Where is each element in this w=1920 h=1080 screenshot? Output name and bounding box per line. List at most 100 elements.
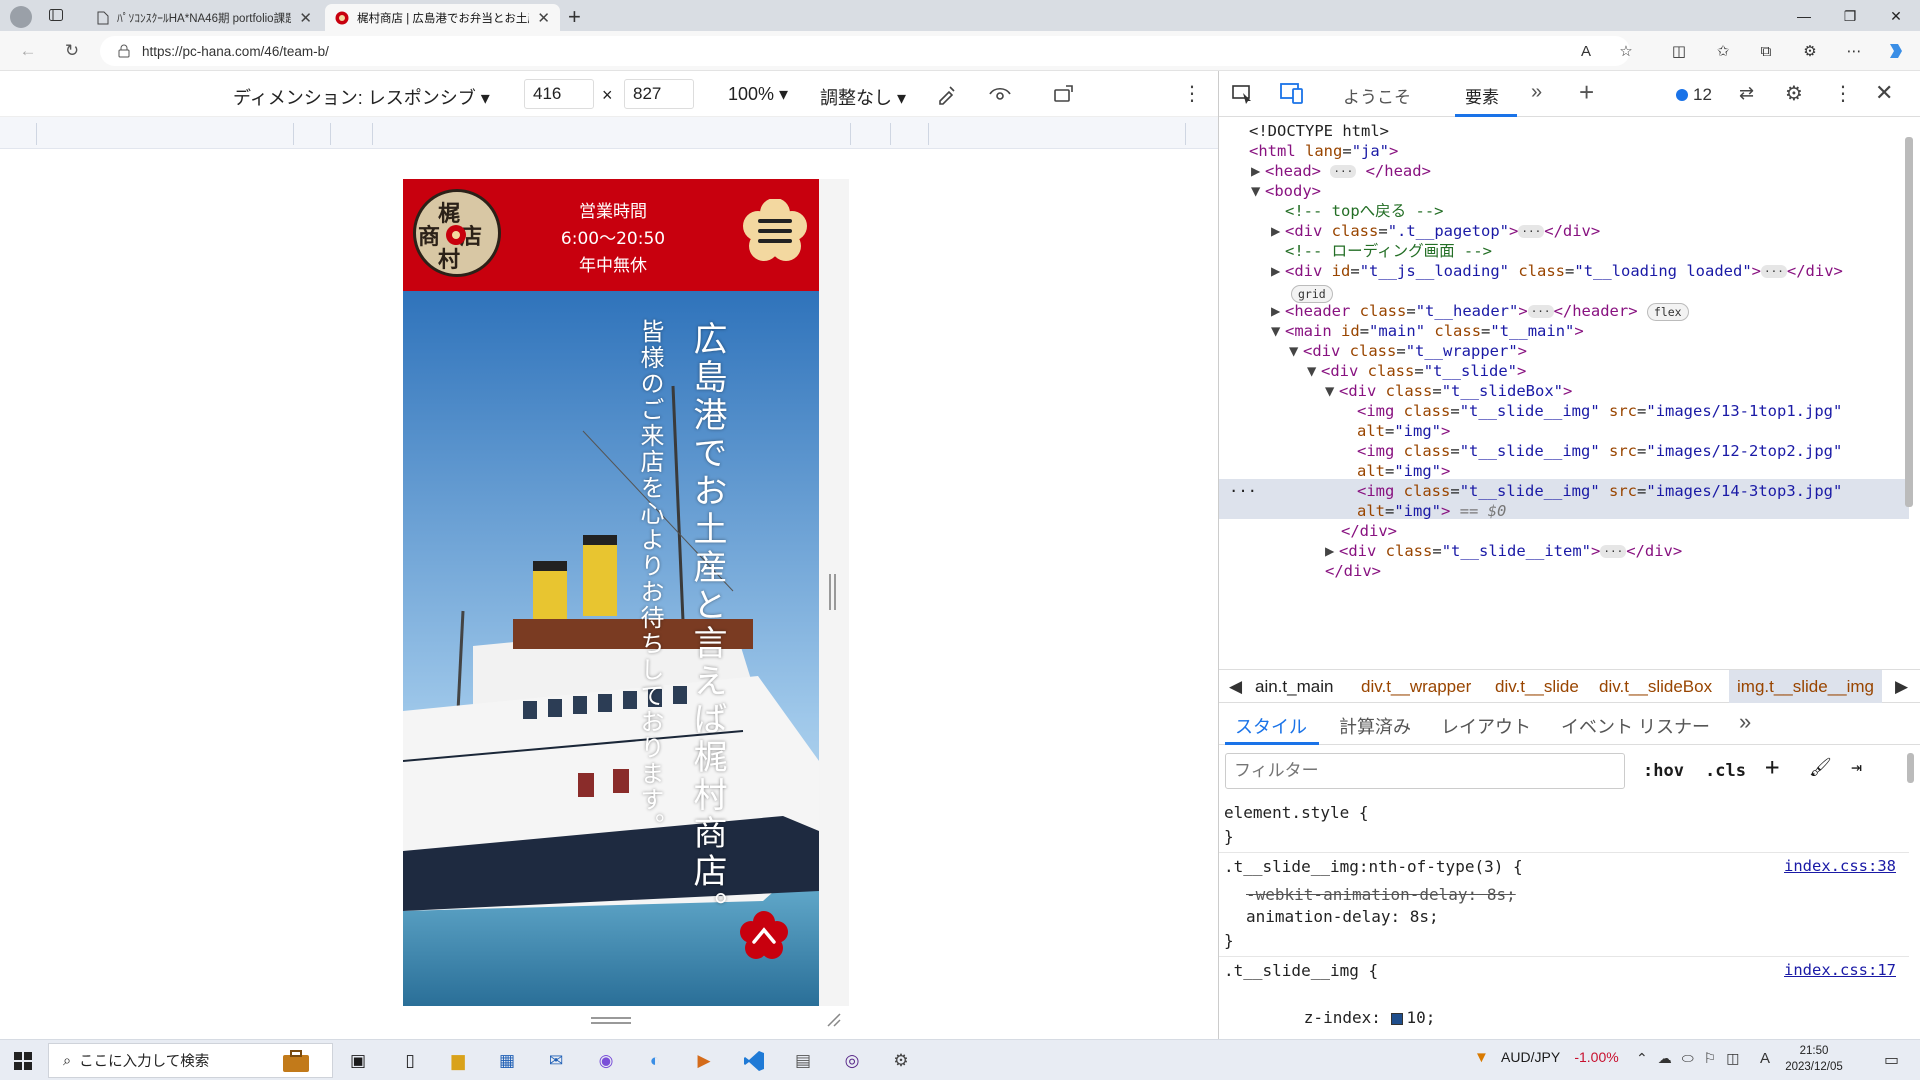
tab-actions-icon[interactable] bbox=[48, 7, 64, 23]
read-aloud-icon[interactable]: A bbox=[1573, 39, 1599, 63]
device-menu-icon[interactable]: ⋮ bbox=[1182, 81, 1202, 106]
ellipsis-badge[interactable]: ··· bbox=[1518, 225, 1545, 238]
hover-state-toggle[interactable]: :hov bbox=[1643, 761, 1684, 781]
rule-selector[interactable]: .t__slide__img { bbox=[1224, 961, 1378, 980]
ellipsis-badge[interactable]: ··· bbox=[1330, 165, 1357, 178]
more-tabs-icon[interactable]: » bbox=[1531, 81, 1542, 104]
restore-icon[interactable]: ❐ bbox=[1830, 4, 1870, 28]
ellipsis-badge[interactable]: ··· bbox=[1761, 265, 1787, 278]
expand-triangle-icon[interactable]: ▶ bbox=[1271, 259, 1285, 283]
vision-icon[interactable] bbox=[988, 83, 1012, 105]
style-filter-input[interactable] bbox=[1225, 753, 1625, 789]
tab-event-listeners[interactable]: イベント リスナー bbox=[1561, 713, 1710, 739]
height-input[interactable]: 827 bbox=[624, 79, 694, 109]
vscode-icon[interactable] bbox=[740, 1047, 768, 1075]
resize-handle-right[interactable] bbox=[829, 574, 836, 610]
favorites-icon[interactable]: ✩ bbox=[1710, 39, 1736, 63]
ellipsis-badge[interactable]: ··· bbox=[1600, 545, 1627, 558]
close-tab-icon[interactable]: ✕ bbox=[537, 9, 550, 27]
add-tab-icon[interactable]: + bbox=[1579, 77, 1594, 108]
system-tray-icons[interactable]: ⌃☁⬭⚐◫ bbox=[1636, 1050, 1749, 1067]
more-icon[interactable]: ⋯ bbox=[1841, 39, 1867, 63]
rotate-icon[interactable] bbox=[1052, 83, 1076, 105]
crumb-scroll-right-icon[interactable]: ▶ bbox=[1895, 677, 1908, 697]
media-query-bar[interactable] bbox=[0, 117, 1218, 149]
page-top-button[interactable] bbox=[739, 911, 789, 961]
file-explorer-icon[interactable]: ▆ bbox=[444, 1047, 472, 1075]
tab-welcome[interactable]: ようこそ bbox=[1343, 83, 1411, 108]
issues-counter[interactable]: 12 bbox=[1675, 85, 1712, 105]
task-view-icon[interactable]: ▣ bbox=[344, 1047, 372, 1075]
store-icon[interactable]: ▦ bbox=[493, 1047, 521, 1075]
crumb-main[interactable]: ain.t_main bbox=[1255, 677, 1333, 697]
dom-line-slide-close[interactable]: </div> bbox=[1219, 559, 1909, 583]
notifications-icon[interactable]: ▭ bbox=[1884, 1050, 1899, 1070]
back-icon[interactable]: ← bbox=[14, 39, 42, 63]
hamburger-menu-icon[interactable] bbox=[743, 199, 807, 263]
collections-icon[interactable]: ⧉ bbox=[1753, 39, 1779, 63]
shop-logo[interactable]: 梶 村 商 店 bbox=[413, 189, 501, 277]
tab-kajimura[interactable]: 梶村商店 | 広島港でお弁当とお土産 ✕ bbox=[325, 4, 560, 31]
crumb-scroll-left-icon[interactable]: ◀ bbox=[1229, 677, 1242, 697]
settings-gear-icon[interactable]: ⚙ bbox=[1785, 81, 1803, 106]
calculator-icon[interactable]: ▤ bbox=[789, 1047, 817, 1075]
inspect-element-icon[interactable] bbox=[1231, 83, 1255, 105]
rule-selector[interactable]: .t__slide__img:nth-of-type(3) { bbox=[1224, 857, 1523, 876]
dom-scrollbar[interactable] bbox=[1905, 137, 1913, 507]
tab-portfolio[interactable]: ﾊﾟｿｺﾝｽｸｰﾙHA*NA46期 portfolio課題 ✕ bbox=[87, 4, 322, 31]
src-value[interactable]: "images/14-3top3.jpg" bbox=[1646, 482, 1842, 500]
notepad-icon[interactable]: ▯ bbox=[396, 1047, 424, 1075]
refresh-icon[interactable]: ↻ bbox=[58, 39, 86, 63]
ime-indicator[interactable]: A bbox=[1760, 1050, 1770, 1067]
layer-swatch-icon[interactable] bbox=[1390, 1012, 1403, 1025]
connections-icon[interactable]: ⇄ bbox=[1739, 83, 1754, 104]
podcast-icon[interactable]: ◎ bbox=[838, 1047, 866, 1075]
copilot-app-icon[interactable]: ◉ bbox=[592, 1047, 620, 1075]
favorite-star-icon[interactable]: ☆ bbox=[1613, 39, 1639, 63]
dom-tree[interactable]: <!DOCTYPE html> <html lang="ja"> ▶ <head>… bbox=[1219, 117, 1920, 669]
dimension-select[interactable]: ディメンション: レスポンシブ ▾ bbox=[233, 84, 490, 110]
split-screen-icon[interactable]: ◫ bbox=[1666, 39, 1692, 63]
url-field[interactable]: https://pc-hana.com/46/team-b/ bbox=[100, 36, 1630, 66]
tab-elements[interactable]: 要素 bbox=[1465, 83, 1499, 108]
styles-scrollbar[interactable] bbox=[1907, 753, 1914, 783]
class-toggle[interactable]: .cls bbox=[1705, 761, 1746, 781]
device-emulation-icon[interactable] bbox=[1279, 81, 1305, 105]
dom-line-loading[interactable]: ▶ <div id="t__js__loading" class="t__load… bbox=[1219, 259, 1909, 283]
crumb-img[interactable]: img.t__slide__img bbox=[1729, 670, 1883, 703]
settings-app-icon[interactable]: ⚙ bbox=[887, 1047, 915, 1075]
more-style-tabs-icon[interactable]: » bbox=[1739, 709, 1751, 735]
mail-icon[interactable]: ✉ bbox=[542, 1047, 570, 1075]
element-style-rule[interactable]: element.style { bbox=[1224, 803, 1369, 822]
rule-source-link[interactable]: index.css:17 bbox=[1784, 961, 1896, 979]
paint-brush-icon[interactable]: 🖌 bbox=[1809, 757, 1832, 778]
clock[interactable]: 21:50 2023/12/05 bbox=[1782, 1043, 1846, 1075]
crumb-wrapper[interactable]: div.t__wrapper bbox=[1361, 677, 1471, 697]
style-property[interactable]: z-index: 10; bbox=[1246, 989, 1436, 1046]
src-value[interactable]: "images/12-2top2.jpg" bbox=[1646, 442, 1842, 460]
src-value[interactable]: "images/13-1top1.jpg" bbox=[1646, 402, 1842, 420]
width-input[interactable]: 416 bbox=[524, 79, 594, 109]
crumb-slide[interactable]: div.t__slide bbox=[1495, 677, 1579, 697]
devtools-menu-icon[interactable]: ⋮ bbox=[1833, 81, 1853, 106]
minimize-icon[interactable]: — bbox=[1784, 4, 1824, 28]
struck-property[interactable]: -webkit-animation-delay: 8s; bbox=[1246, 885, 1516, 904]
flex-badge[interactable]: flex bbox=[1646, 302, 1689, 321]
eyedropper-icon[interactable] bbox=[936, 83, 958, 105]
rule-source-link[interactable]: index.css:38 bbox=[1784, 857, 1896, 875]
close-devtools-icon[interactable]: ✕ bbox=[1875, 80, 1893, 106]
tab-computed[interactable]: 計算済み bbox=[1339, 713, 1411, 739]
tab-layout[interactable]: レイアウト bbox=[1441, 713, 1531, 739]
new-rule-icon[interactable]: + bbox=[1765, 753, 1779, 781]
extensions-icon[interactable]: ⚙ bbox=[1797, 39, 1823, 63]
close-tab-icon[interactable]: ✕ bbox=[299, 9, 312, 27]
throttle-select[interactable]: 調整なし ▾ bbox=[820, 84, 906, 110]
style-property[interactable]: animation-delay: 8s; bbox=[1246, 907, 1439, 926]
resize-handle-bottom[interactable] bbox=[591, 1017, 631, 1024]
copilot-icon[interactable] bbox=[1883, 39, 1909, 63]
windows-start-icon[interactable] bbox=[14, 1052, 32, 1070]
new-tab-icon[interactable]: + bbox=[568, 4, 581, 30]
tab-styles[interactable]: スタイル bbox=[1235, 713, 1307, 739]
stock-ticker[interactable]: ▼ AUD/JPY -1.00% bbox=[1474, 1049, 1619, 1066]
toggle-sidebar-icon[interactable]: ⇥ bbox=[1851, 757, 1862, 778]
